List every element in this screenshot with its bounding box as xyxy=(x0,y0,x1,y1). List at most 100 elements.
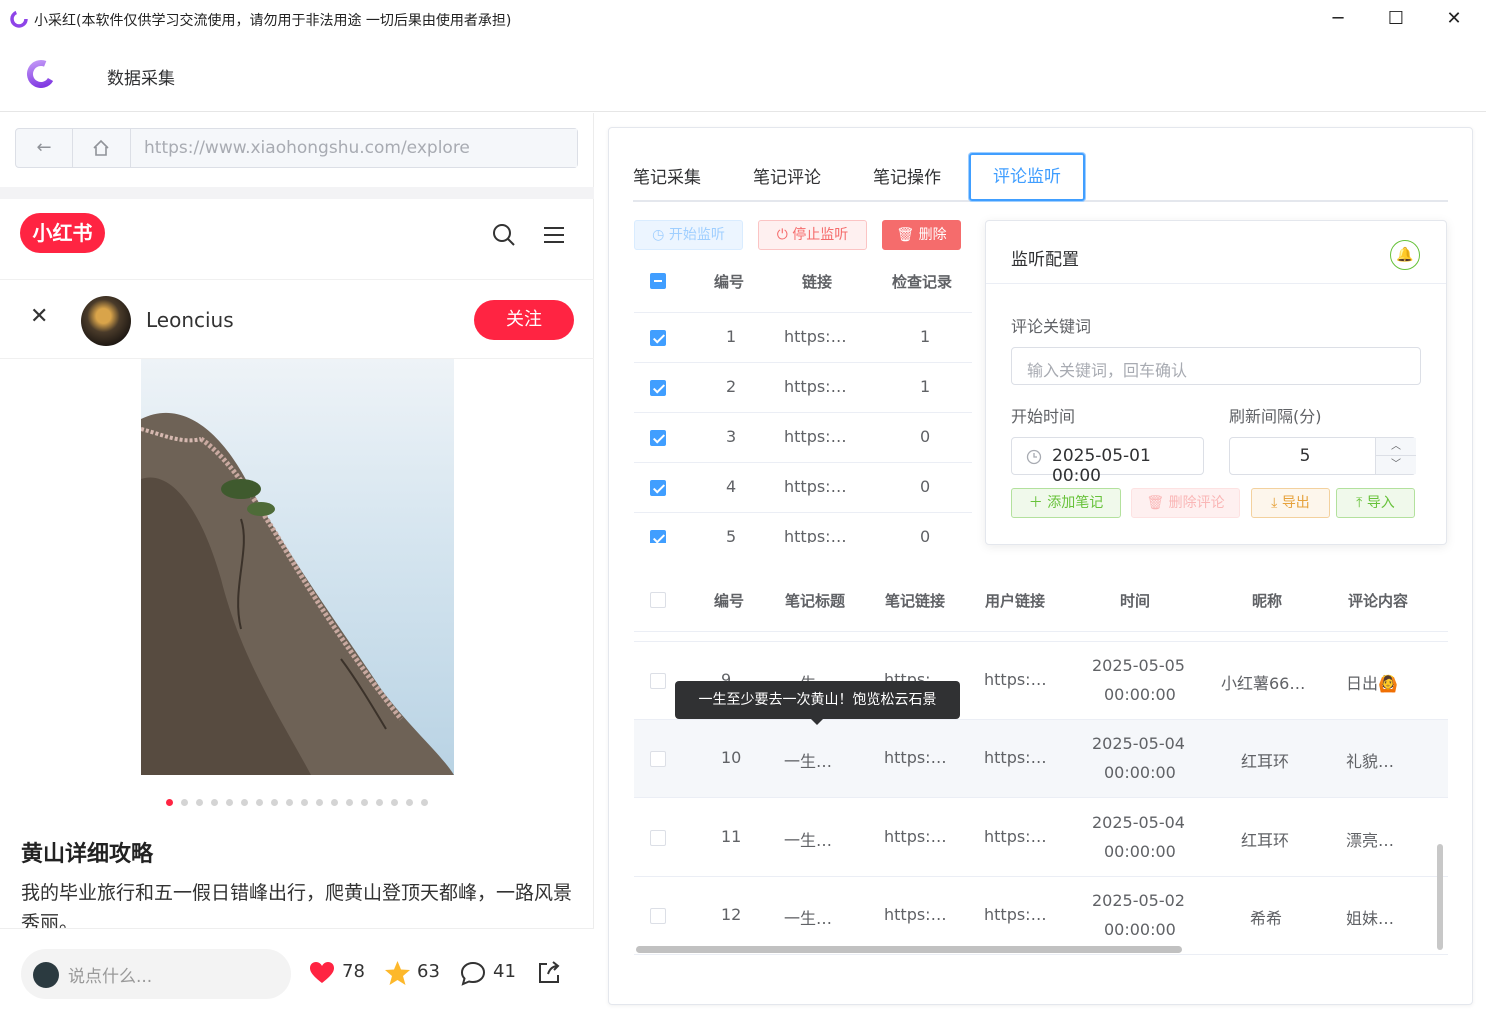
comment-placeholder: 说点什么... xyxy=(68,967,153,987)
note-image[interactable] xyxy=(141,359,454,775)
select-all-checkbox[interactable] xyxy=(650,273,666,289)
author-name[interactable]: Leoncius xyxy=(146,308,234,332)
nav-data-collection[interactable]: 数据采集 xyxy=(107,64,175,89)
close-note-button[interactable]: ✕ xyxy=(30,304,48,329)
comment-icon[interactable] xyxy=(460,961,486,986)
keyword-input[interactable]: 输入关键词，回车确认 xyxy=(1011,347,1421,385)
comment-row[interactable]: 11 一生… https:… https:… 2025-05-04 00:00:00 红耳环… xyxy=(634,799,1448,877)
pagination-dot[interactable] xyxy=(391,799,398,806)
follow-button[interactable]: 关注 xyxy=(474,300,574,340)
share-icon[interactable] xyxy=(536,960,562,986)
monitor-record: 1 xyxy=(920,377,931,396)
pagination-dot[interactable] xyxy=(196,799,203,806)
user-link-cell[interactable]: https:… xyxy=(984,905,1047,924)
col-comment-content: 评论内容 xyxy=(1348,592,1409,610)
row-checkbox[interactable] xyxy=(650,830,666,846)
pagination-dot[interactable] xyxy=(331,799,338,806)
pagination-dot[interactable] xyxy=(181,799,188,806)
pagination-dot[interactable] xyxy=(271,799,278,806)
clock-icon xyxy=(1026,449,1042,465)
close-window-button[interactable]: ✕ xyxy=(1441,6,1467,32)
monitor-row[interactable]: 3 https:… 0 xyxy=(634,413,972,463)
horizontal-scrollbar[interactable] xyxy=(636,946,1182,953)
row-checkbox[interactable] xyxy=(650,430,666,446)
row-checkbox[interactable] xyxy=(650,480,666,496)
note-title-cell[interactable]: 一生… xyxy=(784,827,832,851)
col-note-link: 笔记链接 xyxy=(885,592,946,610)
note-link-cell[interactable]: https:… xyxy=(884,748,947,767)
minimize-button[interactable]: ─ xyxy=(1325,6,1351,32)
start-monitor-button[interactable]: ◷ 开始监听 xyxy=(634,220,743,250)
pagination-dot[interactable] xyxy=(406,799,413,806)
add-note-button[interactable]: ＋ 添加笔记 xyxy=(1011,488,1121,518)
import-button[interactable]: ⤒ 导入 xyxy=(1336,488,1415,518)
search-icon[interactable] xyxy=(492,223,516,247)
pagination-dot[interactable] xyxy=(256,799,263,806)
heart-icon[interactable] xyxy=(309,961,335,985)
delete-button[interactable]: 🗑 删除 xyxy=(882,220,961,250)
monitor-link[interactable]: https:… xyxy=(784,377,847,396)
author-avatar[interactable] xyxy=(81,296,131,346)
pagination-dot[interactable] xyxy=(346,799,353,806)
maximize-button[interactable]: ☐ xyxy=(1383,6,1409,32)
monitor-link[interactable]: https:… xyxy=(784,477,847,496)
comment-row[interactable]: 10 一生… https:… https:… 2025-05-04 00:00:00 红耳环… xyxy=(634,720,1448,798)
note-title-cell[interactable]: 一生… xyxy=(784,905,832,929)
tab-note-actions[interactable]: 笔记操作 xyxy=(873,152,941,200)
comment-time: 00:00:00 xyxy=(1104,685,1176,704)
note-title-cell[interactable]: 一生… xyxy=(784,748,832,772)
decrease-button[interactable]: ﹀ xyxy=(1375,456,1416,474)
pagination-dot[interactable] xyxy=(316,799,323,806)
home-button[interactable] xyxy=(72,129,128,167)
pagination-dot[interactable] xyxy=(301,799,308,806)
star-count: 63 xyxy=(417,961,440,982)
row-checkbox[interactable] xyxy=(650,908,666,924)
note-link-cell[interactable]: https:… xyxy=(884,827,947,846)
back-button[interactable]: ← xyxy=(16,129,72,167)
tab-note-comments[interactable]: 笔记评论 xyxy=(753,152,821,200)
bell-icon[interactable]: 🔔 xyxy=(1390,240,1420,270)
url-input[interactable]: https://www.xiaohongshu.com/explore xyxy=(130,129,577,167)
monitor-link[interactable]: https:… xyxy=(784,327,847,346)
image-pagination[interactable] xyxy=(166,791,436,806)
pagination-dot[interactable] xyxy=(166,799,173,806)
stop-monitor-button[interactable]: ⏻ 停止监听 xyxy=(758,220,867,250)
user-link-cell[interactable]: https:… xyxy=(984,827,1047,846)
monitor-link[interactable]: https:… xyxy=(784,427,847,446)
increase-button[interactable]: ︿ xyxy=(1375,438,1416,456)
pagination-dot[interactable] xyxy=(376,799,383,806)
tab-comment-monitor[interactable]: 评论监听 xyxy=(969,153,1085,201)
monitor-row[interactable]: 1 https:… 1 xyxy=(634,313,972,363)
monitor-row[interactable]: 2 https:… 1 xyxy=(634,363,972,413)
user-link-cell[interactable]: https:… xyxy=(984,670,1047,689)
tab-note-collect[interactable]: 笔记采集 xyxy=(633,152,701,200)
xhs-logo[interactable]: 小红书 xyxy=(20,213,105,253)
comment-input[interactable]: 说点什么... xyxy=(21,949,291,999)
control-panel: 笔记采集 笔记评论 笔记操作 评论监听 ◷ 开始监听 ⏻ 停止监听 🗑 删除 编… xyxy=(608,127,1473,1005)
pagination-dot[interactable] xyxy=(286,799,293,806)
delete-comment-button[interactable]: 🗑 删除评论 xyxy=(1131,488,1240,518)
start-time-picker[interactable]: 2025-05-01 00:00 xyxy=(1011,437,1204,486)
select-all-comments-checkbox[interactable] xyxy=(650,592,666,608)
pagination-dot[interactable] xyxy=(226,799,233,806)
menu-icon[interactable] xyxy=(542,223,566,247)
row-checkbox[interactable] xyxy=(650,673,666,689)
note-link-cell[interactable]: https:… xyxy=(884,905,947,924)
monitor-row[interactable]: 5 https:… 0 xyxy=(634,513,972,543)
pagination-dot[interactable] xyxy=(211,799,218,806)
interval-stepper[interactable]: 5 ︿ ﹀ xyxy=(1229,437,1416,475)
star-icon[interactable] xyxy=(384,960,411,986)
export-button[interactable]: ⤓ 导出 xyxy=(1251,488,1330,518)
row-checkbox[interactable] xyxy=(650,380,666,396)
row-checkbox[interactable] xyxy=(650,330,666,346)
user-link-cell[interactable]: https:… xyxy=(984,748,1047,767)
vertical-scrollbar[interactable] xyxy=(1437,844,1443,950)
pagination-dot[interactable] xyxy=(361,799,368,806)
monitor-row[interactable]: 4 https:… 0 xyxy=(634,463,972,513)
comment-row[interactable]: 12 一生… https:… https:… 2025-05-02 00:00:00 希希 姐… xyxy=(634,877,1448,955)
monitor-link[interactable]: https:… xyxy=(784,527,847,543)
row-checkbox[interactable] xyxy=(650,751,666,767)
pagination-dot[interactable] xyxy=(241,799,248,806)
pagination-dot[interactable] xyxy=(421,799,428,806)
row-checkbox[interactable] xyxy=(650,530,666,543)
